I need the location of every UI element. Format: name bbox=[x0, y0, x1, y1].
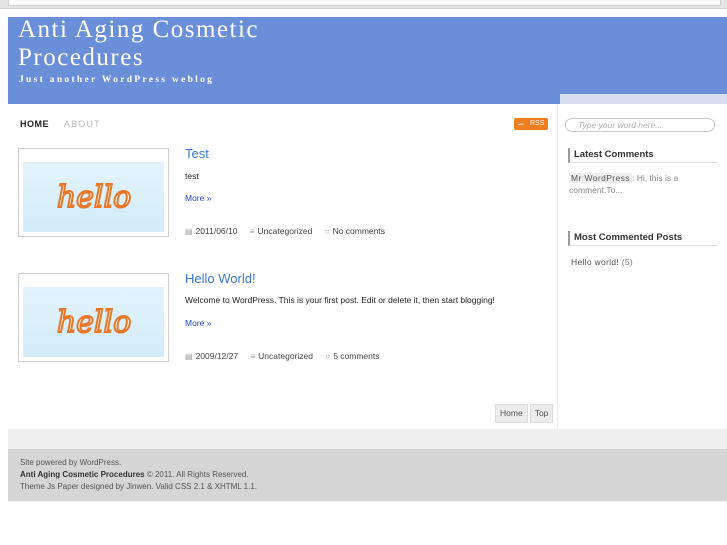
date-text: 2009/12/27 bbox=[195, 351, 239, 361]
post-date: ▤ 2009/12/27 bbox=[185, 351, 238, 361]
footer-line-3: Theme Js Paper designed by Jinwen. Valid… bbox=[20, 482, 258, 491]
post-excerpt: Welcome to WordPress. This is your first… bbox=[185, 295, 495, 305]
latest-comment-item[interactable]: Mr WordPress: Hi, this is a comment.To..… bbox=[569, 172, 717, 196]
footer-text: Site powered by WordPress. Anti Aging Co… bbox=[20, 457, 257, 493]
comment-icon: ○ bbox=[325, 352, 331, 361]
category-text[interactable]: Uncategorized bbox=[258, 226, 313, 236]
list-icon: ≡ bbox=[249, 227, 255, 236]
pager-top-button[interactable]: Top bbox=[529, 404, 554, 423]
footer-site-name[interactable]: Anti Aging Cosmetic Procedures bbox=[20, 470, 145, 479]
post-meta: ▤ 2009/12/27 ≡ Uncategorized ○ 5 comments bbox=[185, 351, 389, 361]
post-category[interactable]: ≡ Uncategorized bbox=[250, 226, 312, 236]
post-thumbnail[interactable]: hello bbox=[18, 148, 169, 237]
post-meta: ▤ 2011/06/10 ≡ Uncategorized ○ No comments bbox=[185, 226, 395, 236]
footer-line-2: Anti Aging Cosmetic Procedures © 2011. A… bbox=[20, 469, 257, 481]
rss-button[interactable]: ∽ RSS bbox=[514, 118, 548, 130]
hello-graphic: hello bbox=[56, 179, 132, 216]
latest-comments-title: Latest Comments bbox=[568, 148, 717, 163]
footer-line-1: Site powered by WordPress. bbox=[20, 458, 122, 467]
popular-post-count: (5) bbox=[621, 257, 633, 267]
most-commented-title: Most Commented Posts bbox=[568, 231, 717, 246]
read-more-link[interactable]: More » bbox=[185, 318, 211, 328]
comments-text[interactable]: 5 comments bbox=[333, 351, 379, 361]
thumbnail-text: hello bbox=[57, 180, 131, 215]
calendar-icon: ▤ bbox=[185, 352, 193, 361]
category-text[interactable]: Uncategorized bbox=[258, 351, 313, 361]
post-thumbnail[interactable]: hello bbox=[18, 273, 169, 362]
search-input[interactable] bbox=[565, 118, 715, 132]
comment-author[interactable]: Mr WordPress bbox=[569, 173, 632, 183]
post-title[interactable]: Test bbox=[185, 146, 209, 161]
list-icon: ≡ bbox=[250, 352, 256, 361]
hello-graphic: hello bbox=[56, 304, 132, 341]
pager-home-button[interactable]: Home bbox=[495, 404, 528, 423]
most-commented-item[interactable]: Hello world! (5) bbox=[571, 257, 633, 267]
footer-copyright: © 2011. All Rights Reserved. bbox=[146, 470, 249, 479]
post-comments[interactable]: ○ 5 comments bbox=[325, 351, 379, 361]
thumbnail-text: hello bbox=[57, 305, 131, 340]
site-tagline: Just another WordPress weblog bbox=[19, 75, 215, 85]
rss-label: RSS bbox=[530, 120, 545, 127]
calendar-icon: ▤ bbox=[185, 227, 193, 236]
top-bar-inner bbox=[8, 0, 721, 6]
comment-icon: ○ bbox=[324, 227, 330, 236]
header-accent-strip bbox=[560, 94, 727, 104]
popular-post-link[interactable]: Hello world! bbox=[571, 257, 619, 267]
rss-icon: ∽ bbox=[517, 119, 525, 129]
nav-about-link[interactable]: ABOUT bbox=[64, 119, 101, 129]
post-title[interactable]: Hello World! bbox=[185, 271, 256, 286]
pager: Home Top bbox=[493, 404, 554, 423]
date-text: 2011/06/10 bbox=[195, 226, 238, 236]
post-excerpt: test bbox=[185, 171, 199, 181]
main-nav: HOME ABOUT bbox=[20, 119, 113, 130]
site-title[interactable]: Anti Aging Cosmetic Procedures bbox=[18, 16, 378, 72]
comments-text[interactable]: No comments bbox=[333, 226, 385, 236]
top-bar bbox=[0, 0, 727, 9]
nav-home-link[interactable]: HOME bbox=[20, 119, 49, 129]
post-comments[interactable]: ○ No comments bbox=[325, 226, 385, 236]
post-category[interactable]: ≡ Uncategorized bbox=[250, 351, 312, 361]
post-date: ▤ 2011/06/10 bbox=[185, 226, 237, 236]
read-more-link[interactable]: More » bbox=[185, 193, 211, 203]
